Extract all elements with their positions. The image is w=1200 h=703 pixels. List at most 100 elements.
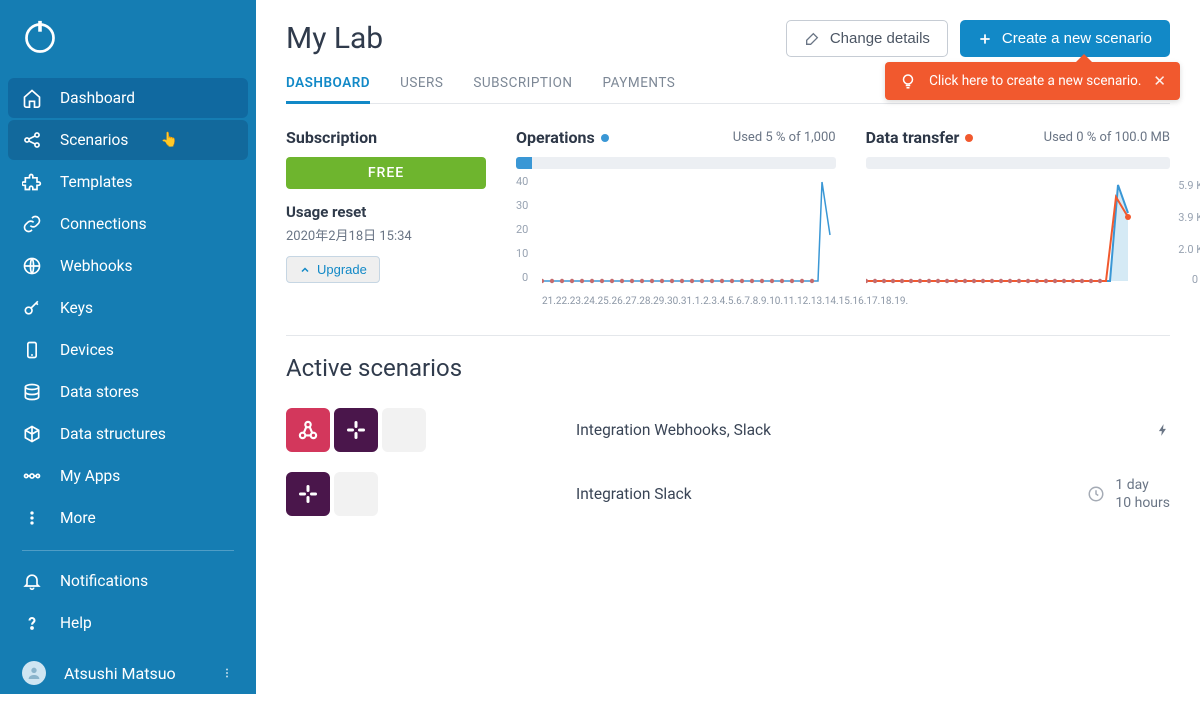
scenario-name: Integration Slack <box>576 485 1087 503</box>
sidebar-item-dashboard[interactable]: Dashboard <box>8 78 248 118</box>
edit-icon <box>804 31 820 47</box>
data-transfer-section: Data transfer Used 0 % of 100.0 MB 5.9 K… <box>866 128 1170 307</box>
create-scenario-tooltip: Click here to create a new scenario. ✕ <box>885 62 1180 100</box>
data-transfer-progress <box>866 157 1170 169</box>
page-title: My Lab <box>286 21 383 56</box>
usage-reset-date: 2020年2月18日 15:34 <box>286 225 486 244</box>
slack-app-icon <box>334 408 378 452</box>
subscription-title: Subscription <box>286 128 486 147</box>
user-more-icon[interactable] <box>220 666 234 680</box>
sidebar-item-label: Scenarios <box>60 131 128 149</box>
sidebar-item-connections[interactable]: Connections <box>8 204 248 244</box>
user-row[interactable]: Atsushi Matsuo <box>0 649 256 703</box>
database-icon <box>22 382 42 402</box>
cube-icon <box>22 424 42 444</box>
dots-icon <box>22 508 42 528</box>
operations-usage: Used 5 % of 1,000 <box>733 130 836 145</box>
main: My Lab Change details Create a new scena… <box>256 0 1200 694</box>
operations-chart: 40 30 20 10 0 21.22.23.24.25.26.27.28.29… <box>516 177 836 307</box>
sidebar-item-label: Connections <box>60 215 147 233</box>
nav: Dashboard Scenarios 👆 Templates Connecti… <box>0 74 256 649</box>
operations-section: Operations Used 5 % of 1,000 40 30 20 10… <box>516 128 836 307</box>
globe-icon <box>22 256 42 276</box>
sidebar-item-label: Templates <box>60 173 133 191</box>
brand-logo <box>0 0 256 74</box>
upgrade-button[interactable]: Upgrade <box>286 256 380 283</box>
tab-subscription[interactable]: SUBSCRIPTION <box>473 75 572 103</box>
dot-icon <box>601 134 609 142</box>
puzzle-icon <box>22 172 42 192</box>
sidebar-item-label: Dashboard <box>60 89 135 107</box>
sidebar-item-scenarios[interactable]: Scenarios 👆 <box>8 120 248 160</box>
sidebar-footer: Atsushi Matsuo <box>0 649 256 703</box>
sidebar-item-help[interactable]: Help <box>8 603 248 643</box>
avatar <box>22 661 46 685</box>
sidebar-item-label: Help <box>60 614 92 632</box>
data-transfer-usage: Used 0 % of 100.0 MB <box>1044 130 1170 145</box>
operations-title: Operations <box>516 128 595 147</box>
sidebar: Dashboard Scenarios 👆 Templates Connecti… <box>0 0 256 694</box>
blank-app-icon <box>334 472 378 516</box>
data-transfer-chart: 5.9 KB 3.9 KB 2.0 KB 0 <box>866 177 1170 307</box>
header-actions: Change details Create a new scenario <box>786 20 1170 57</box>
sidebar-item-data-structures[interactable]: Data structures <box>8 414 248 454</box>
sidebar-item-label: More <box>60 509 96 527</box>
sidebar-item-label: Keys <box>60 299 93 317</box>
sidebar-item-label: Notifications <box>60 572 148 590</box>
user-name: Atsushi Matsuo <box>64 664 176 683</box>
change-details-button[interactable]: Change details <box>786 20 948 57</box>
key-icon <box>22 298 42 318</box>
home-icon <box>22 88 42 108</box>
help-icon <box>22 613 42 633</box>
sidebar-item-label: Devices <box>60 341 114 359</box>
button-label: Upgrade <box>317 262 367 277</box>
bolt-icon <box>1156 421 1170 439</box>
tab-payments[interactable]: PAYMENTS <box>603 75 676 103</box>
tab-users[interactable]: USERS <box>400 75 443 103</box>
operations-progress <box>516 157 836 169</box>
clock-icon <box>1087 485 1105 503</box>
sidebar-item-data-stores[interactable]: Data stores <box>8 372 248 412</box>
sidebar-item-label: Webhooks <box>60 257 133 275</box>
subscription-section: Subscription FREE Usage reset 2020年2月18日… <box>286 128 486 307</box>
active-scenarios-title: Active scenarios <box>286 354 1170 382</box>
sidebar-item-templates[interactable]: Templates <box>8 162 248 202</box>
divider <box>22 550 234 551</box>
apps-icon <box>22 466 42 486</box>
link-icon <box>22 214 42 234</box>
scenario-row[interactable]: Integration Slack 1 day 10 hours <box>286 462 1170 526</box>
button-label: Change details <box>830 30 930 47</box>
tab-dashboard[interactable]: DASHBOARD <box>286 75 370 103</box>
lightbulb-icon <box>899 72 917 90</box>
cursor-icon: 👆 <box>161 132 178 148</box>
chevron-up-icon <box>299 264 311 276</box>
sidebar-item-my-apps[interactable]: My Apps <box>8 456 248 496</box>
usage-reset-title: Usage reset <box>286 203 486 221</box>
sidebar-item-more[interactable]: More <box>8 498 248 538</box>
scenario-row[interactable]: Integration Webhooks, Slack <box>286 398 1170 462</box>
header: My Lab Change details Create a new scena… <box>286 20 1170 57</box>
sidebar-item-notifications[interactable]: Notifications <box>8 561 248 601</box>
sidebar-item-webhooks[interactable]: Webhooks <box>8 246 248 286</box>
sidebar-item-label: Data stores <box>60 383 139 401</box>
sidebar-item-keys[interactable]: Keys <box>8 288 248 328</box>
data-transfer-title: Data transfer <box>866 128 960 147</box>
blank-app-icon <box>382 408 426 452</box>
divider <box>286 335 1170 336</box>
tooltip-text: Click here to create a new scenario. <box>929 73 1141 89</box>
slack-app-icon <box>286 472 330 516</box>
plan-badge: FREE <box>286 157 486 189</box>
logo-icon <box>22 20 58 56</box>
webhook-app-icon <box>286 408 330 452</box>
share-icon <box>22 130 42 150</box>
scenario-name: Integration Webhooks, Slack <box>576 421 1156 439</box>
create-scenario-button[interactable]: Create a new scenario <box>960 20 1170 57</box>
sidebar-item-label: My Apps <box>60 467 120 485</box>
scenario-schedule: 1 day 10 hours <box>1115 476 1170 512</box>
button-label: Create a new scenario <box>1002 30 1152 47</box>
sidebar-item-label: Data structures <box>60 425 166 443</box>
phone-icon <box>22 340 42 360</box>
sidebar-item-devices[interactable]: Devices <box>8 330 248 370</box>
dot-icon <box>965 134 973 142</box>
close-icon[interactable]: ✕ <box>1153 72 1166 90</box>
